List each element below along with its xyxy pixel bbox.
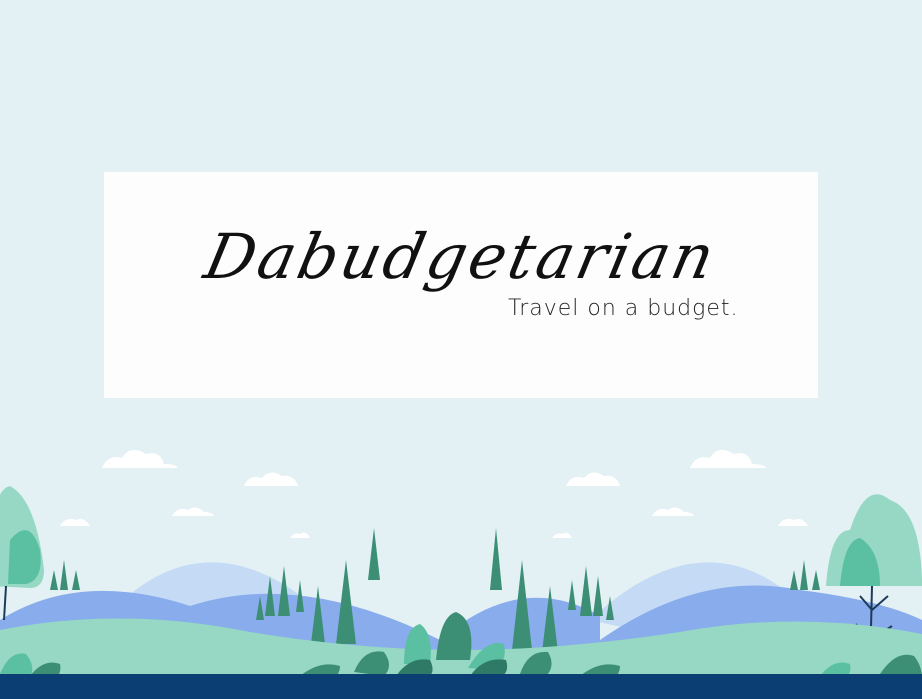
cloud-icon <box>102 449 178 468</box>
pine-tree-icon <box>568 580 576 610</box>
pine-tree-icon <box>790 570 798 590</box>
leaf-plant-icon <box>436 612 472 660</box>
round-tree-left <box>0 486 44 621</box>
pine-tree-icon <box>812 570 820 590</box>
pine-tree-icon <box>800 560 808 590</box>
cloud-icon <box>778 518 808 526</box>
cloud-icon <box>172 507 214 516</box>
pine-tree-icon <box>60 560 68 590</box>
site-logo: Dabudgetarian <box>198 220 724 293</box>
pine-tree-icon <box>593 576 603 616</box>
footer-bar <box>0 674 922 699</box>
cloud-icon <box>652 507 694 516</box>
pine-tree-icon <box>490 528 502 590</box>
clouds <box>60 449 808 538</box>
cloud-icon <box>690 449 766 468</box>
cloud-icon <box>290 532 310 538</box>
cloud-icon <box>566 472 620 486</box>
pine-tree-icon <box>72 570 80 590</box>
pine-tree-icon <box>580 566 592 616</box>
site-tagline: Travel on a budget. <box>508 296 739 321</box>
pine-tree-icon <box>368 528 380 580</box>
cloud-icon <box>244 472 298 486</box>
pine-tree-icon <box>336 560 356 644</box>
cloud-icon <box>60 518 90 526</box>
logo-card[interactable]: Dabudgetarian Travel on a budget. <box>104 172 818 398</box>
landscape-illustration <box>0 449 922 680</box>
cloud-icon <box>552 532 572 538</box>
pine-tree-icon <box>50 570 58 590</box>
